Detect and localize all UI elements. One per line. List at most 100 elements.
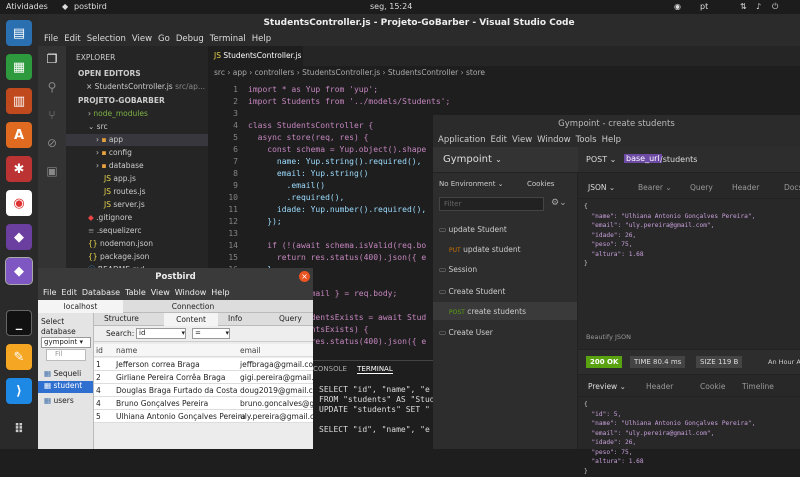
url-path[interactable]: /students: [660, 155, 697, 164]
tree-gitignore[interactable]: ◆ .gitignore: [66, 212, 208, 224]
table-item-students[interactable]: ▦ student: [38, 381, 93, 393]
tree-package-json[interactable]: {} package.json: [66, 251, 208, 263]
tree-routes-js[interactable]: JS routes.js: [66, 186, 208, 198]
files-icon[interactable]: ❐: [44, 52, 60, 68]
base-url-tag[interactable]: base_url: [624, 154, 662, 163]
filter-input[interactable]: Filter: [439, 197, 544, 211]
tree-database[interactable]: › ▪ database: [66, 160, 208, 172]
folder-create-student[interactable]: ▭ Create Student: [439, 287, 505, 296]
workspace-selector[interactable]: Gympoint ⌄: [433, 147, 578, 173]
environment-selector[interactable]: No Environment ⌄: [439, 180, 504, 188]
tab-console[interactable]: CONSOLE: [313, 365, 347, 373]
gear-icon[interactable]: ⚙⌄: [551, 198, 567, 208]
menu-window[interactable]: Window: [537, 133, 571, 147]
tab-bearer[interactable]: Bearer ⌄: [638, 183, 672, 192]
tree-src[interactable]: ⌄ src: [66, 121, 208, 133]
open-editor-item[interactable]: × StudentsController.js src/ap...: [66, 81, 208, 93]
menu-application[interactable]: Application: [438, 133, 486, 147]
tab-query[interactable]: Query: [690, 183, 713, 192]
table-item-users[interactable]: ▦ users: [44, 396, 74, 405]
open-editors-header[interactable]: OPEN EDITORS: [66, 68, 208, 80]
menu-help[interactable]: Help: [252, 32, 271, 46]
source-control-icon[interactable]: ⑂: [44, 108, 60, 124]
tab-json[interactable]: JSON ⌄: [588, 183, 615, 192]
menu-window[interactable]: Window: [175, 286, 207, 300]
insomnia-icon[interactable]: ◆: [6, 224, 32, 250]
tab-localhost[interactable]: localhost: [38, 300, 123, 313]
tab-content[interactable]: Content: [164, 313, 218, 326]
table-row[interactable]: 2Girliane Pereira Corrêa Bragagigi.perei…: [94, 371, 313, 384]
table-row[interactable]: 5Ulhiana Antonio Gonçalves Pereirauly.pe…: [94, 410, 313, 423]
calc-icon[interactable]: ▦: [6, 54, 32, 80]
menu-table[interactable]: Table: [125, 286, 146, 300]
col-name[interactable]: name: [116, 344, 137, 357]
tab-info[interactable]: Info: [228, 314, 242, 323]
tab-header[interactable]: Header: [732, 183, 759, 192]
table-row[interactable]: 1Jefferson correa Bragajeffbraga@gmail.c…: [94, 358, 313, 371]
impress-icon[interactable]: ▥: [6, 88, 32, 114]
folder-create-user[interactable]: ▭ Create User: [439, 328, 493, 337]
method-selector[interactable]: POST ⌄: [586, 155, 616, 164]
folder-update-student[interactable]: ▭ update Student: [439, 225, 507, 234]
menu-selection[interactable]: Selection: [87, 32, 126, 46]
notes-icon[interactable]: ✎: [6, 344, 32, 370]
cookies-button[interactable]: Cookies: [527, 180, 554, 188]
request-create-students[interactable]: POST create students: [433, 302, 577, 320]
tab-docs[interactable]: Docs: [784, 183, 800, 192]
software-center-icon[interactable]: A: [6, 122, 32, 148]
project-header[interactable]: PROJETO-GOBARBER: [66, 95, 208, 107]
tree-app[interactable]: › ▪ app: [66, 134, 208, 146]
power-icon[interactable]: ⏻: [772, 2, 778, 12]
terminal-icon[interactable]: _: [6, 310, 32, 336]
menu-file[interactable]: File: [43, 286, 56, 300]
request-update-student[interactable]: PUT update student: [449, 245, 521, 254]
menu-view[interactable]: View: [151, 286, 170, 300]
request-body[interactable]: { "name": "Ulhiana Antonio Gonçalves Per…: [584, 203, 755, 270]
tree-nodemon-json[interactable]: {} nodemon.json: [66, 238, 208, 250]
menu-edit[interactable]: Edit: [64, 32, 80, 46]
tab-timeline[interactable]: Timeline: [742, 382, 774, 391]
folder-session[interactable]: ▭ Session: [439, 265, 477, 274]
tree-config[interactable]: › ▪ config: [66, 147, 208, 159]
volume-icon[interactable]: ♪: [756, 2, 761, 11]
tree-node-modules[interactable]: › node_modules: [66, 108, 208, 120]
beautify-json-button[interactable]: Beautify JSON: [586, 333, 631, 341]
show-apps-icon[interactable]: ⠿: [6, 416, 32, 442]
clock[interactable]: seg, 15:24: [370, 2, 412, 11]
menu-view[interactable]: View: [512, 133, 532, 147]
search-field-select[interactable]: id▾: [136, 328, 186, 339]
writer-icon[interactable]: ▤: [6, 20, 32, 46]
menu-database[interactable]: Database: [82, 286, 120, 300]
chrome-icon[interactable]: ◉: [674, 2, 681, 11]
tab-connection[interactable]: Connection: [148, 300, 238, 313]
terminal-panel[interactable]: CONSOLE TERMINAL SELECT "id", "name", "e…: [313, 360, 438, 449]
settings-icon[interactable]: ✱: [6, 156, 32, 182]
editor-tab[interactable]: JS StudentsController.js: [208, 46, 303, 66]
tab-preview[interactable]: Preview ⌄: [588, 382, 626, 391]
close-icon[interactable]: ×: [299, 271, 310, 282]
table-item-sequelize[interactable]: ▦ Sequeli: [44, 369, 81, 378]
table-row[interactable]: 4Douglas Braga Furtado da Costadoug2019@…: [94, 384, 313, 397]
menu-tools[interactable]: Tools: [576, 133, 597, 147]
menu-help[interactable]: Help: [211, 286, 229, 300]
menu-terminal[interactable]: Terminal: [210, 32, 246, 46]
tree-sequelizerc[interactable]: ≡ .sequelizerc: [66, 225, 208, 237]
active-app-menu[interactable]: postbird: [74, 2, 107, 11]
col-id[interactable]: id: [96, 344, 103, 357]
chrome-icon[interactable]: ◉: [6, 190, 32, 216]
menu-help[interactable]: Help: [602, 133, 621, 147]
postbird-icon[interactable]: ◆: [6, 258, 32, 284]
menu-edit[interactable]: Edit: [491, 133, 507, 147]
vscode-icon[interactable]: ⟩: [6, 378, 32, 404]
debug-icon[interactable]: ⊘: [44, 136, 60, 152]
activities-button[interactable]: Atividades: [6, 2, 48, 11]
tree-server-js[interactable]: JS server.js: [66, 199, 208, 211]
tab-structure[interactable]: Structure: [104, 314, 139, 323]
menu-debug[interactable]: Debug: [176, 32, 204, 46]
search-icon[interactable]: ⚲: [44, 80, 60, 96]
col-email[interactable]: email: [240, 344, 261, 357]
network-icon[interactable]: ⇅: [740, 2, 747, 11]
tab-response-header[interactable]: Header: [646, 382, 673, 391]
extensions-icon[interactable]: ▣: [44, 164, 60, 180]
tree-app-js[interactable]: JS app.js: [66, 173, 208, 185]
